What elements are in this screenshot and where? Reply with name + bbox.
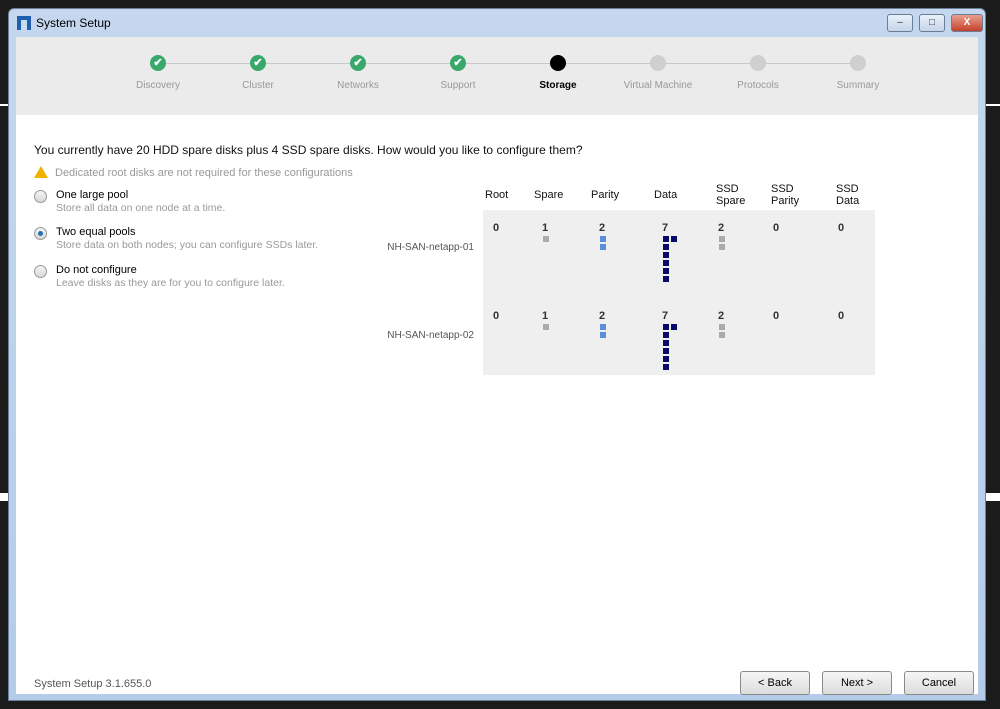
wizard-steps: ✔ Discovery ✔ Cluster ✔ Networks ✔ Support Stora… bbox=[16, 37, 978, 115]
disk-count: 2 bbox=[718, 222, 725, 234]
check-icon: ✔ bbox=[450, 55, 466, 71]
column-header: SSD Parity bbox=[771, 183, 800, 207]
disk-count: 2 bbox=[599, 222, 606, 234]
disk-square bbox=[600, 332, 606, 338]
step-summary: Summary bbox=[808, 55, 908, 91]
option-description: Store data on both nodes; you can config… bbox=[56, 239, 319, 251]
disk-square bbox=[719, 244, 725, 250]
system-setup-window: System Setup – □ X ✔ Discovery ✔ Cluster ✔ Ne… bbox=[8, 8, 986, 701]
step-label: Storage bbox=[539, 80, 577, 91]
disk-count: 2 bbox=[718, 310, 725, 322]
column-header: Spare bbox=[534, 189, 564, 201]
disk-square bbox=[663, 268, 669, 274]
disk-square bbox=[671, 236, 677, 242]
disk-square bbox=[663, 364, 669, 370]
disk-square bbox=[663, 252, 669, 258]
minimize-button[interactable]: – bbox=[887, 14, 913, 32]
question-text: You currently have 20 HDD spare disks pl… bbox=[34, 143, 583, 157]
option-description: Leave disks as they are for you to confi… bbox=[56, 277, 285, 289]
window-title: System Setup bbox=[36, 16, 111, 30]
title-bar[interactable]: System Setup – □ X bbox=[9, 9, 985, 37]
step-dot-icon bbox=[850, 55, 866, 71]
disk-square bbox=[663, 236, 669, 242]
column-header: SSD Spare bbox=[716, 183, 746, 207]
step-protocols: Protocols bbox=[708, 55, 808, 91]
option-label: One large pool bbox=[56, 189, 129, 201]
disk-count: 0 bbox=[773, 222, 780, 234]
step-label: Networks bbox=[337, 80, 379, 91]
disk-square bbox=[663, 356, 669, 362]
disk-square bbox=[663, 324, 669, 330]
disk-count: 7 bbox=[662, 222, 669, 234]
radio-button[interactable] bbox=[34, 227, 47, 240]
cancel-button[interactable]: Cancel bbox=[904, 671, 974, 695]
radio-button[interactable] bbox=[34, 265, 47, 278]
version-label: System Setup 3.1.655.0 bbox=[34, 678, 152, 690]
step-cluster: ✔ Cluster bbox=[208, 55, 308, 91]
disk-count: 0 bbox=[493, 310, 500, 322]
step-networks: ✔ Networks bbox=[308, 55, 408, 91]
step-storage: Storage bbox=[508, 55, 608, 91]
option-label: Do not configure bbox=[56, 264, 137, 276]
check-icon: ✔ bbox=[150, 55, 166, 71]
step-label: Cluster bbox=[242, 80, 274, 91]
step-dot-icon bbox=[750, 55, 766, 71]
disk-count: 2 bbox=[599, 310, 606, 322]
disk-allocation-grid bbox=[483, 210, 875, 375]
disk-count: 1 bbox=[542, 222, 549, 234]
node-name: NH-SAN-netapp-01 bbox=[387, 242, 474, 253]
next-button[interactable]: Next > bbox=[822, 671, 892, 695]
node-name: NH-SAN-netapp-02 bbox=[387, 330, 474, 341]
step-label: Discovery bbox=[136, 80, 180, 91]
disk-square bbox=[543, 236, 549, 242]
step-support: ✔ Support bbox=[408, 55, 508, 91]
disk-square bbox=[663, 348, 669, 354]
step-label: Summary bbox=[836, 80, 880, 91]
disk-count: 1 bbox=[542, 310, 549, 322]
disk-square bbox=[663, 332, 669, 338]
step-dot-icon bbox=[550, 55, 566, 71]
maximize-button[interactable]: □ bbox=[919, 14, 945, 32]
disk-square bbox=[719, 324, 725, 330]
disk-square bbox=[663, 260, 669, 266]
step-discovery: ✔ Discovery bbox=[108, 55, 208, 91]
close-button[interactable]: X bbox=[951, 14, 983, 32]
disk-square bbox=[600, 244, 606, 250]
warning-text: Dedicated root disks are not required fo… bbox=[55, 167, 353, 179]
disk-count: 0 bbox=[773, 310, 780, 322]
disk-count: 7 bbox=[662, 310, 669, 322]
back-button[interactable]: < Back bbox=[740, 671, 810, 695]
disk-square bbox=[600, 324, 606, 330]
step-dot-icon bbox=[650, 55, 666, 71]
disk-square bbox=[543, 324, 549, 330]
disk-count: 0 bbox=[838, 222, 845, 234]
app-icon bbox=[17, 16, 31, 30]
disk-count: 0 bbox=[838, 310, 845, 322]
disk-square bbox=[600, 236, 606, 242]
option-label: Two equal pools bbox=[56, 226, 136, 238]
disk-square bbox=[663, 244, 669, 250]
column-header: Data bbox=[654, 189, 678, 201]
disk-count: 0 bbox=[493, 222, 500, 234]
step-label: Virtual Machine bbox=[623, 80, 693, 91]
check-icon: ✔ bbox=[250, 55, 266, 71]
disk-square bbox=[671, 324, 677, 330]
wizard-content: ✔ Discovery ✔ Cluster ✔ Networks ✔ Support Stora… bbox=[16, 37, 978, 695]
option-description: Store all data on one node at a time. bbox=[56, 202, 226, 214]
disk-square bbox=[719, 332, 725, 338]
step-virtual-machine: Virtual Machine bbox=[608, 55, 708, 91]
radio-button[interactable] bbox=[34, 190, 47, 203]
check-icon: ✔ bbox=[350, 55, 366, 71]
disk-square bbox=[663, 340, 669, 346]
column-header: Root bbox=[485, 189, 509, 201]
disk-square bbox=[719, 236, 725, 242]
column-header: Parity bbox=[591, 189, 620, 201]
column-header: SSD Data bbox=[836, 183, 860, 207]
disk-square bbox=[663, 276, 669, 282]
step-label: Support bbox=[440, 80, 476, 91]
warning-icon bbox=[34, 166, 48, 178]
warning-message: Dedicated root disks are not required fo… bbox=[34, 166, 353, 179]
step-label: Protocols bbox=[737, 80, 779, 91]
